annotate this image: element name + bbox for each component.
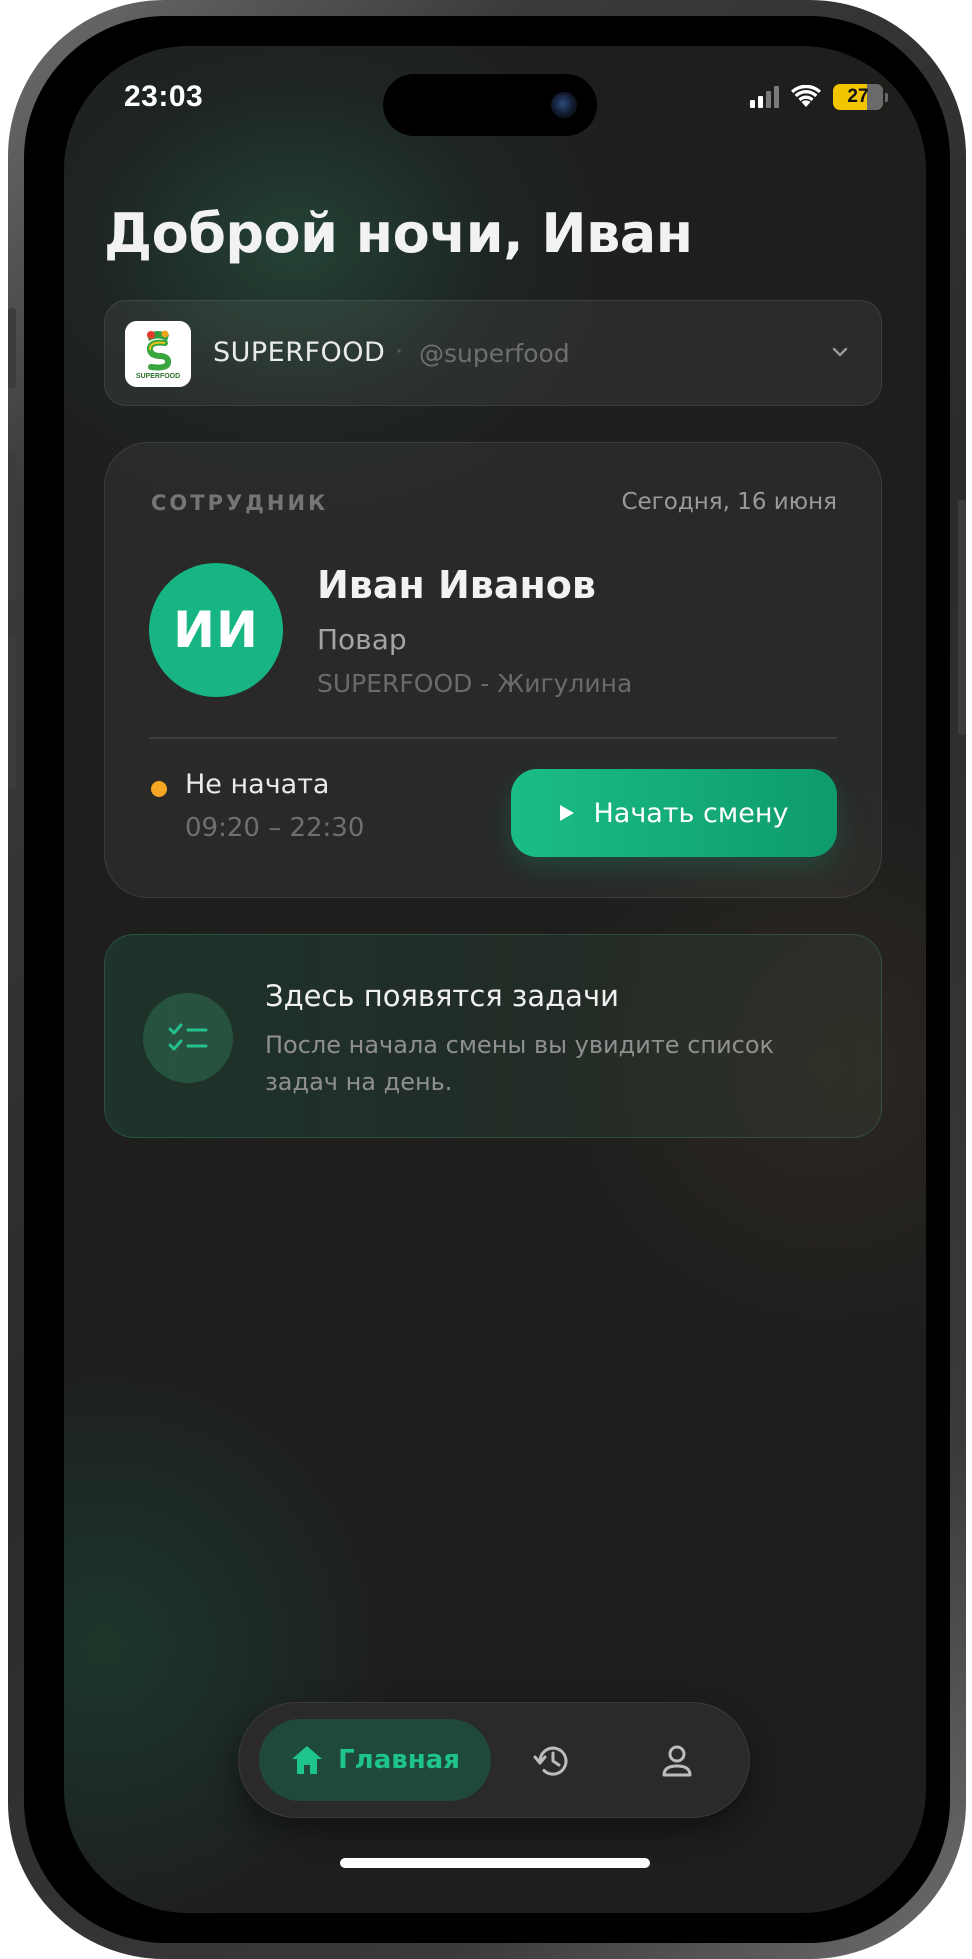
- tasks-title: Здесь появятся задачи: [265, 979, 619, 1013]
- card-label: СОТРУДНИК: [151, 491, 329, 515]
- volume-down-button: [8, 638, 16, 788]
- battery-level: 27: [847, 86, 869, 107]
- dynamic-island: [383, 74, 597, 136]
- profile-icon[interactable]: [655, 1739, 699, 1783]
- avatar-initials: ИИ: [173, 601, 259, 659]
- chevron-down-icon[interactable]: [827, 339, 853, 365]
- camera-icon: [551, 92, 577, 118]
- company-selector[interactable]: SUPERFOOD SUPERFOOD · @superfood: [104, 300, 882, 406]
- silent-switch: [8, 308, 16, 388]
- start-shift-label: Начать смену: [593, 797, 789, 829]
- employee-name: Иван Иванов: [317, 563, 596, 607]
- divider: [149, 737, 837, 739]
- battery-icon: 27: [833, 84, 883, 110]
- employee-role: Повар: [317, 623, 407, 656]
- company-handle: @superfood: [419, 339, 570, 368]
- shift-time: 09:20 – 22:30: [185, 813, 365, 843]
- shift-status: Не начата: [185, 769, 330, 800]
- app-screen: 23:03 27 Доброй ночи, Иван SUPERFOOD SUP…: [64, 46, 926, 1913]
- separator-dot: ·: [395, 337, 404, 367]
- tasks-placeholder: Здесь появятся задачи После начала смены…: [104, 934, 882, 1138]
- bottom-nav: Главная: [238, 1702, 750, 1818]
- power-button: [958, 500, 966, 735]
- checklist-icon: [143, 993, 233, 1083]
- background-glow: [64, 1346, 404, 1913]
- volume-up-button: [8, 450, 16, 600]
- status-icons: 27: [750, 82, 888, 112]
- device-frame: 23:03 27 Доброй ночи, Иван SUPERFOOD SUP…: [8, 0, 966, 1959]
- avatar: ИИ: [149, 563, 283, 697]
- history-icon[interactable]: [531, 1739, 575, 1783]
- company-name: SUPERFOOD: [213, 337, 386, 368]
- start-shift-button[interactable]: Начать смену: [511, 769, 837, 857]
- home-icon: [292, 1746, 323, 1774]
- page-title: Доброй ночи, Иван: [104, 202, 693, 265]
- employee-card: СОТРУДНИК Сегодня, 16 июня ИИ Иван Ивано…: [104, 442, 882, 898]
- home-indicator[interactable]: [340, 1858, 650, 1868]
- tasks-description: После начала смены вы увидите список зад…: [265, 1031, 775, 1096]
- status-time: 23:03: [124, 80, 204, 113]
- svg-text:SUPERFOOD: SUPERFOOD: [136, 373, 180, 380]
- nav-home-label: Главная: [338, 1745, 460, 1775]
- employee-location: SUPERFOOD - Жигулина: [317, 669, 633, 698]
- wifi-icon: [791, 85, 821, 107]
- play-icon: [560, 805, 575, 821]
- status-indicator: [151, 781, 167, 797]
- nav-tab-home[interactable]: Главная: [259, 1719, 491, 1801]
- cellular-signal-icon: [750, 86, 779, 108]
- company-logo: SUPERFOOD: [125, 321, 191, 387]
- shift-date: Сегодня, 16 июня: [621, 489, 837, 515]
